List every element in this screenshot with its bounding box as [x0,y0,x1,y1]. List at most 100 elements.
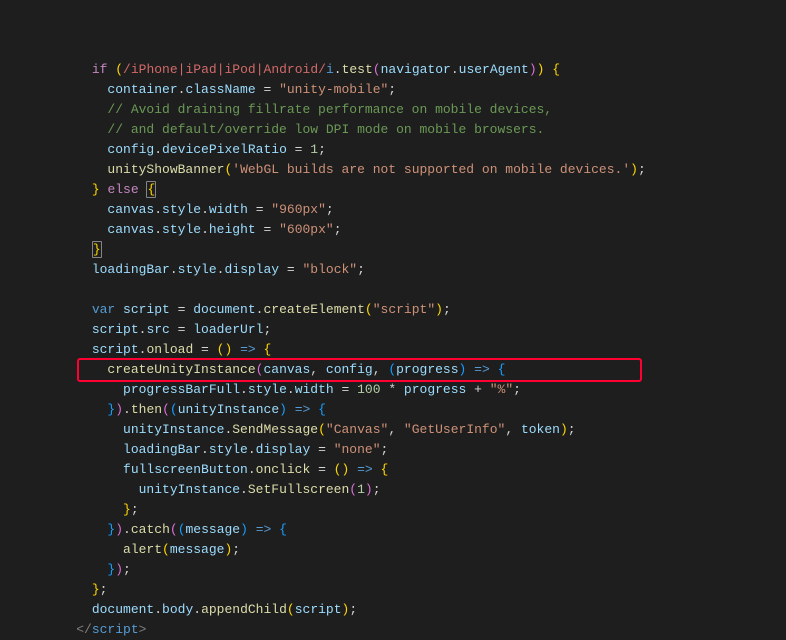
code-token: unityShowBanner [107,162,224,177]
code-line[interactable]: canvas.style.height = "600px"; [45,220,786,240]
code-token: i [326,62,334,77]
code-line[interactable]: } else { [45,180,786,200]
code-token: ; [263,322,271,337]
code-token: "block" [302,262,357,277]
code-token: iPhone [131,62,178,77]
code-line[interactable]: </script> [45,620,786,640]
code-token: message [170,542,225,557]
code-line[interactable]: createUnityInstance(canvas, config, (pro… [45,360,786,380]
code-line[interactable]: if (/iPhone|iPad|iPod|Android/i.test(nav… [45,60,786,80]
code-line[interactable]: document.body.appendChild(script); [45,600,786,620]
code-token: = [170,302,193,317]
code-token: , [388,422,404,437]
code-token: width [295,382,334,397]
code-token: ; [318,142,326,157]
code-token: ( [170,522,178,537]
code-token: userAgent [459,62,529,77]
code-token [466,362,474,377]
code-token: script [92,342,139,357]
code-token: display [256,442,311,457]
code-line[interactable]: unityInstance.SendMessage("Canvas", "Get… [45,420,786,440]
code-token: ) [115,562,123,577]
code-token: / [123,62,131,77]
code-token: 100 [357,382,380,397]
code-token: src [146,322,169,337]
code-line[interactable]: unityInstance.SetFullscreen(1); [45,480,786,500]
code-token: . [201,222,209,237]
code-token: 'WebGL builds are not supported on mobil… [232,162,630,177]
code-token: onload [146,342,193,357]
code-token: ( [162,402,170,417]
code-token: 1 [310,142,318,157]
code-line[interactable]: var script = document.createElement("scr… [45,300,786,320]
code-line[interactable]: canvas.style.width = "960px"; [45,200,786,220]
code-token: onclick [256,462,311,477]
code-line[interactable]: loadingBar.style.display = "none"; [45,440,786,460]
code-editor[interactable]: if (/iPhone|iPad|iPod|Android/i.test(nav… [0,0,786,611]
code-token: ) [435,302,443,317]
code-token: . [248,462,256,477]
code-token: body [162,602,193,617]
code-token: ; [326,202,334,217]
code-token: ) [630,162,638,177]
code-token: = [170,322,193,337]
code-token: = [256,82,279,97]
code-line[interactable]: }).then((unityInstance) => { [45,400,786,420]
code-line[interactable]: }); [45,560,786,580]
code-token: . [240,482,248,497]
code-token: ( [318,422,326,437]
code-token: ; [443,302,451,317]
code-token: canvas [107,202,154,217]
code-line[interactable]: // Avoid draining fillrate performance o… [45,100,786,120]
code-line[interactable]: progressBarFull.style.width = 100 * prog… [45,380,786,400]
code-token: , [373,362,389,377]
code-token: canvas [107,222,154,237]
code-token: height [209,222,256,237]
code-line[interactable]: alert(message); [45,540,786,560]
code-token: . [240,382,248,397]
code-line[interactable]: }).catch((message) => { [45,520,786,540]
code-line[interactable]: script.src = loaderUrl; [45,320,786,340]
code-token [232,342,240,357]
code-line[interactable]: }; [45,500,786,520]
code-token [349,462,357,477]
code-token: = [287,142,310,157]
code-token: ) [279,402,287,417]
code-token: ( [388,362,396,377]
code-token: loadingBar [123,442,201,457]
code-line[interactable]: } [45,240,786,260]
code-line[interactable]: loadingBar.style.display = "block"; [45,260,786,280]
code-token: ( [365,302,373,317]
code-token: { [498,362,506,377]
code-token: script [92,322,139,337]
code-line[interactable] [45,280,786,300]
code-line[interactable]: }; [45,580,786,600]
code-token: } [92,582,100,597]
code-token: { [552,62,560,77]
code-line[interactable]: // and default/override low DPI mode on … [45,120,786,140]
code-line[interactable]: fullscreenButton.onclick = () => { [45,460,786,480]
code-line[interactable]: container.className = "unity-mobile"; [45,80,786,100]
code-token: "unity-mobile" [279,82,388,97]
code-token: devicePixelRatio [162,142,287,157]
code-token: = [256,222,279,237]
code-token: => [240,342,256,357]
code-line[interactable]: unityShowBanner('WebGL builds are not su… [45,160,786,180]
code-token: } [123,502,131,517]
code-token: => [474,362,490,377]
code-token: , [505,422,521,437]
code-line[interactable]: script.onload = () => { [45,340,786,360]
code-token: / [318,62,326,77]
code-token: = [279,262,302,277]
code-token: ( [287,602,295,617]
code-token: . [170,262,178,277]
code-token: // and default/override low DPI mode on … [107,122,544,137]
code-token: "%" [490,382,513,397]
code-line[interactable]: config.devicePixelRatio = 1; [45,140,786,160]
code-token: . [201,202,209,217]
code-token: ; [123,562,131,577]
code-token: style [162,202,201,217]
code-token: . [123,402,131,417]
code-content[interactable]: if (/iPhone|iPad|iPod|Android/i.test(nav… [45,0,786,611]
code-token: . [334,62,342,77]
